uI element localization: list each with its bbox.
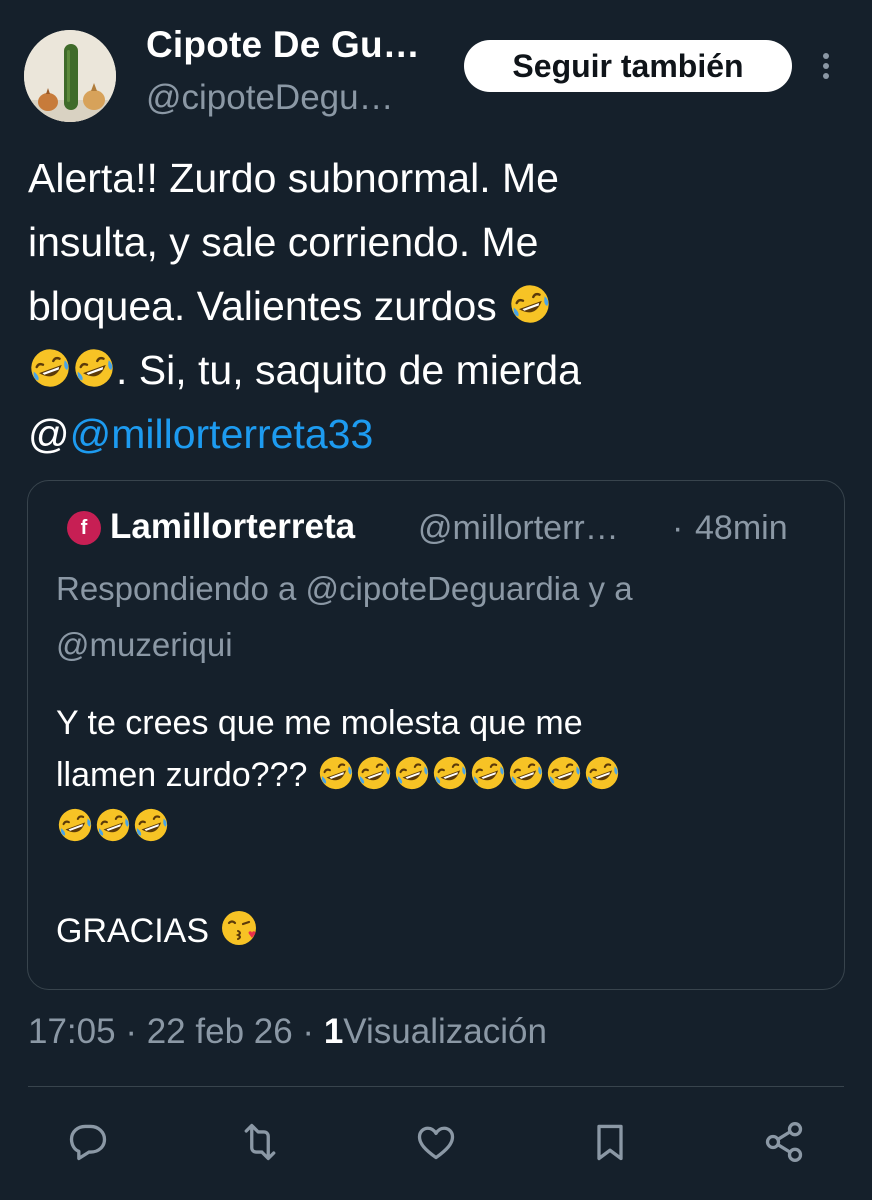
quoted-separator: ·	[672, 509, 684, 547]
quoted-line	[56, 801, 826, 853]
tweet-line: bloquea. Valientes zurdos	[28, 274, 838, 338]
author-display-name[interactable]: Cipote De Gu…	[146, 24, 420, 66]
rolling-on-floor-laughing-icon	[507, 756, 545, 794]
tweet-line: Alerta!! Zurdo subnormal. Me	[28, 155, 559, 201]
views-label: Visualización	[343, 1012, 547, 1051]
quoted-closing-text: GRACIAS	[56, 912, 210, 950]
meta-separator: ·	[302, 1012, 315, 1051]
share-icon[interactable]	[762, 1120, 806, 1164]
rolling-on-floor-laughing-icon	[355, 756, 393, 794]
rolling-on-floor-laughing-icon	[317, 756, 355, 794]
rolling-on-floor-laughing-icon	[431, 756, 469, 794]
rolling-on-floor-laughing-icon	[469, 756, 507, 794]
replying-to-line: @muzeriqui	[56, 626, 233, 663]
repost-icon[interactable]	[238, 1120, 282, 1164]
rolling-on-floor-laughing-icon	[132, 808, 170, 846]
avatar-cucumber-onions-icon	[24, 30, 116, 122]
rolling-on-floor-laughing-icon	[508, 283, 552, 329]
tweet-date[interactable]: 22 feb 26	[147, 1012, 293, 1051]
rolling-on-floor-laughing-icon	[94, 808, 132, 846]
quoted-line: GRACIAS	[56, 905, 826, 957]
quoted-line: Y te crees que me molesta que me	[56, 704, 583, 742]
replying-to-line: Respondiendo a @cipoteDeguardia y a	[56, 570, 633, 607]
more-options-icon[interactable]	[814, 48, 838, 84]
quoted-author-handle[interactable]: @millorterr…	[418, 509, 619, 548]
bookmark-icon[interactable]	[588, 1120, 632, 1164]
mention-link[interactable]: @millorterreta33	[70, 411, 374, 457]
replying-to-text: Respondiendo a @cipoteDeguardia y a @muz…	[56, 561, 816, 673]
tweet-line: insulta, y sale corriendo. Me	[28, 219, 539, 265]
rolling-on-floor-laughing-icon	[583, 756, 621, 794]
quoted-tweet-card[interactable]: f Lamillorterreta @millorterr… · 48min R…	[27, 480, 845, 990]
rolling-on-floor-laughing-icon	[393, 756, 431, 794]
mention-prefix: @	[28, 411, 70, 457]
tweet-text: Alerta!! Zurdo subnormal. Me insulta, y …	[28, 146, 838, 466]
author-handle[interactable]: @cipoteDegu…	[146, 78, 394, 118]
rolling-on-floor-laughing-icon	[72, 347, 116, 393]
meta-separator: ·	[125, 1012, 137, 1051]
tweet-time[interactable]: 17:05	[28, 1012, 116, 1051]
tweet-line: @@millorterreta33	[28, 402, 838, 466]
author-avatar[interactable]	[24, 30, 116, 122]
like-icon[interactable]	[414, 1120, 458, 1164]
quoted-tweet-text: Y te crees que me molesta que me llamen …	[56, 697, 826, 957]
views-count: 1	[323, 1012, 344, 1051]
rolling-on-floor-laughing-icon	[56, 808, 94, 846]
tweet-line-text: . Si, tu, saquito de mierda	[116, 347, 581, 393]
tweet-meta: 17:05 · 22 feb 26 · 1Visualización	[28, 1012, 547, 1052]
rolling-on-floor-laughing-icon	[28, 347, 72, 393]
quoted-author-name[interactable]: Lamillorterreta	[110, 507, 355, 547]
follow-button[interactable]: Seguir también	[464, 40, 792, 92]
tweet-line-text: bloquea. Valientes zurdos	[28, 283, 497, 329]
reply-icon[interactable]	[66, 1120, 110, 1164]
quoted-line: llamen zurdo???	[56, 749, 826, 801]
face-blowing-a-kiss-icon	[219, 911, 259, 950]
quoted-line-text: llamen zurdo???	[56, 756, 308, 794]
rolling-on-floor-laughing-icon	[545, 756, 583, 794]
tweet-line: . Si, tu, saquito de mierda	[28, 338, 838, 402]
divider	[28, 1086, 844, 1087]
quoted-author-avatar[interactable]: f	[67, 511, 101, 545]
tweet-header: Cipote De Gu… @cipoteDegu… Seguir tambié…	[0, 0, 872, 130]
quoted-timestamp[interactable]: 48min	[695, 509, 788, 548]
